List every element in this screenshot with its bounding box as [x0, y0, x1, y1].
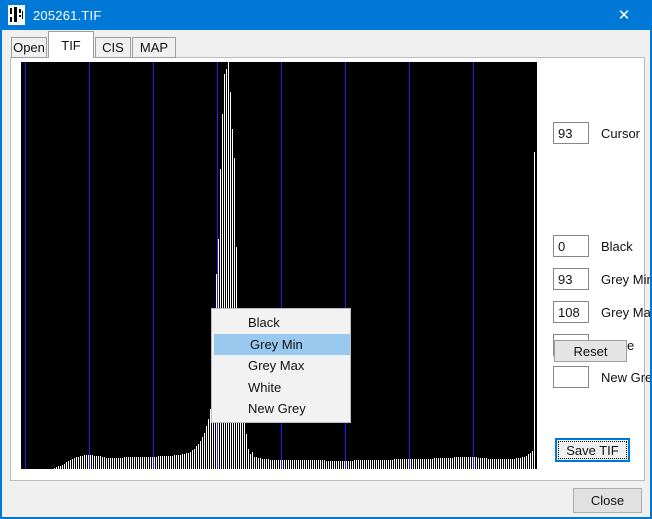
titlebar: 205261.TIF ✕ — [2, 0, 650, 30]
new-grey-input[interactable] — [553, 366, 589, 388]
cursor-input[interactable] — [553, 122, 589, 144]
menu-item-new-grey[interactable]: New Grey — [212, 398, 350, 420]
app-window: 205261.TIF ✕ Open TIF CIS MAP Black Grey Min… — [0, 0, 652, 519]
tabstrip: Open TIF CIS MAP — [11, 31, 177, 58]
menu-item-white[interactable]: White — [212, 377, 350, 399]
cursor-label: Cursor — [601, 126, 641, 141]
tab-open[interactable]: Open — [11, 37, 47, 58]
tab-page-tif: BlackGrey MinGrey MaxWhiteNew Grey Curso… — [10, 57, 650, 481]
black-label: Black — [601, 239, 633, 254]
tab-label: TIF — [61, 37, 81, 53]
histogram-context-menu: Black Grey Min Grey Max White New Grey — [211, 308, 351, 423]
grey-min-label: Grey Min — [601, 272, 652, 287]
tab-label: MAP — [139, 40, 169, 55]
app-icon — [8, 5, 25, 25]
grey-min-input[interactable] — [553, 268, 589, 290]
close-icon: ✕ — [617, 7, 631, 24]
reset-button[interactable]: Reset — [554, 340, 627, 362]
tab-tif[interactable]: TIF — [48, 31, 94, 58]
tab-map[interactable]: MAP — [132, 37, 176, 58]
window-close-button[interactable]: ✕ — [604, 0, 644, 30]
tab-cis[interactable]: CIS — [95, 37, 131, 58]
menu-item-grey-max[interactable]: Grey Max — [212, 355, 350, 377]
new-grey-label: New Grey — [601, 370, 652, 385]
menu-item-black[interactable]: Black — [212, 312, 350, 334]
close-button[interactable]: Close — [573, 488, 642, 513]
menu-item-grey-min[interactable]: Grey Min — [214, 333, 350, 355]
grey-max-input[interactable] — [553, 301, 589, 323]
tab-label: Open — [13, 40, 45, 55]
window-title: 205261.TIF — [33, 7, 102, 23]
black-input[interactable] — [553, 235, 589, 257]
tab-label: CIS — [102, 40, 124, 55]
save-tif-button[interactable]: Save TIF — [555, 438, 630, 462]
app-icon-glyph — [9, 6, 24, 24]
grey-max-label: Grey Max — [601, 305, 652, 320]
